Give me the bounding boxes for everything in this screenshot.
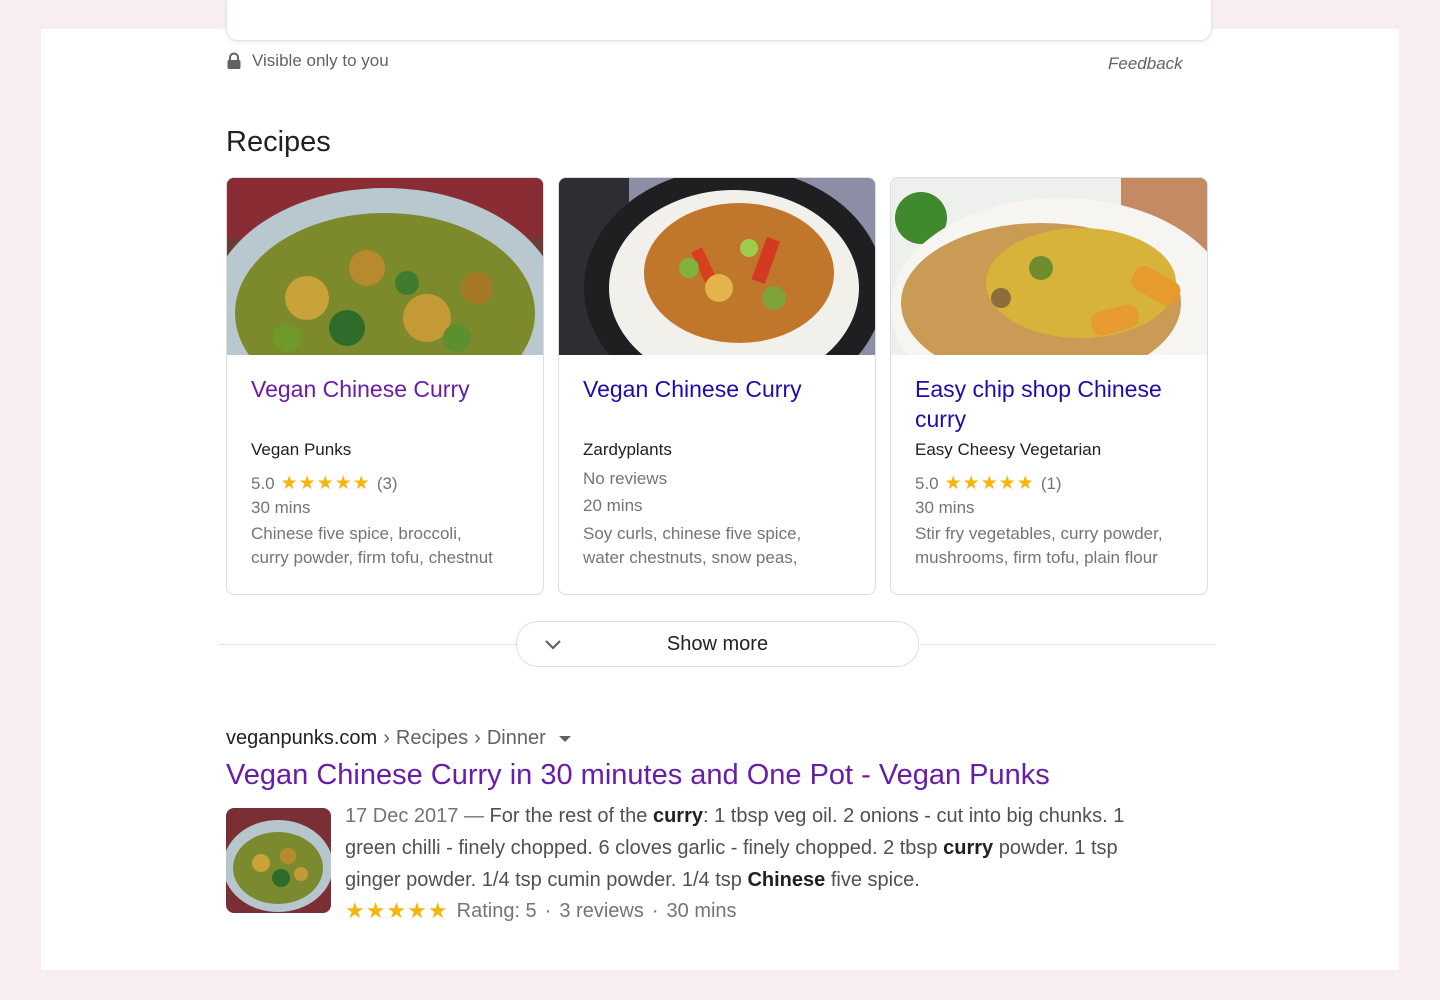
result-title-link[interactable]: Vegan Chinese Curry in 30 minutes and On… (226, 759, 1050, 792)
ingredients-line: mushrooms, firm tofu, plain flour (915, 548, 1158, 567)
no-reviews-label: No reviews (583, 469, 668, 488)
recipe-ingredients: Chinese five spice, broccoli, curry powd… (251, 522, 521, 570)
rating-value: 5.0 (251, 473, 275, 493)
recipe-image (891, 178, 1207, 355)
star-icon: ★★★★★ (944, 473, 1035, 494)
recipe-ingredients: Stir fry vegetables, curry powder, mushr… (915, 522, 1185, 570)
breadcrumb: veganpunks.com › Recipes › Dinner (226, 727, 572, 750)
recipe-title[interactable]: Vegan Chinese Curry (583, 374, 853, 404)
meta-separator: · (544, 899, 552, 922)
breadcrumb-item: Recipes (395, 727, 469, 749)
result-date: 17 Dec 2017 (345, 805, 459, 827)
breadcrumb-domain: veganpunks.com (226, 727, 378, 749)
ingredients-line: water chestnuts, snow peas, (583, 548, 798, 567)
visibility-label: Visible only to you (252, 51, 389, 70)
search-results-panel: Visible only to you Feedback Recipes Veg… (41, 0, 1399, 970)
recipe-card[interactable]: Vegan Chinese Curry Vegan Punks 5.0 ★★★★… (226, 177, 544, 595)
snippet-highlight: Chinese (747, 869, 826, 891)
breadcrumb-separator: › (474, 727, 481, 749)
show-more-label: Show more (666, 632, 769, 655)
visibility-notice: Visible only to you (226, 51, 389, 71)
caret-down-icon[interactable] (558, 734, 572, 744)
ingredients-line: curry powder, firm tofu, chestnut (251, 548, 493, 567)
result-thumbnail[interactable] (226, 808, 331, 913)
star-icon: ★★★★★ (280, 473, 371, 494)
recipe-time: 20 mins (583, 496, 643, 515)
date-dash: — (458, 805, 490, 827)
recipe-rating: 5.0 ★★★★★ (3) (251, 472, 398, 495)
breadcrumb-separator: › (383, 727, 390, 749)
rating-text: Rating: 5 (456, 899, 537, 922)
star-icon: ★★★★★ (345, 898, 449, 923)
snippet-highlight: curry (943, 837, 994, 859)
ingredients-line: Soy curls, chinese five spice, (583, 524, 802, 543)
review-count: (1) (1040, 473, 1062, 493)
recipe-image (227, 178, 543, 355)
recipe-rating: 5.0 ★★★★★ (1) (915, 472, 1062, 495)
recipe-time: 30 mins (251, 498, 311, 517)
recipe-card[interactable]: Easy chip shop Chinese curry Easy Cheesy… (890, 177, 1208, 595)
snippet-text: For the rest of the (489, 805, 653, 827)
recipe-title[interactable]: Easy chip shop Chinese curry (915, 374, 1185, 434)
result-snippet: 17 Dec 2017 — For the rest of the curry:… (345, 800, 1145, 896)
ingredients-line: Chinese five spice, broccoli, (251, 524, 462, 543)
recipes-heading: Recipes (226, 126, 331, 158)
cook-time: 30 mins (666, 899, 737, 922)
snippet-highlight: curry (652, 805, 703, 827)
recipe-source: Easy Cheesy Vegetarian (915, 440, 1102, 459)
feedback-link[interactable]: Feedback (1108, 54, 1183, 74)
recipe-source: Vegan Punks (251, 440, 352, 459)
recipe-card[interactable]: Vegan Chinese Curry Zardyplants No revie… (558, 177, 876, 595)
breadcrumb-item: Dinner (486, 727, 546, 749)
recipe-time: 30 mins (915, 498, 975, 517)
recipe-source: Zardyplants (583, 440, 672, 459)
meta-separator: · (651, 899, 659, 922)
review-count: (3) (376, 473, 398, 493)
rating-value: 5.0 (915, 473, 939, 493)
result-rating-row: ★★★★★ Rating: 5 · 3 reviews · 30 mins (345, 898, 737, 924)
ingredients-line: Stir fry vegetables, curry powder, (915, 524, 1163, 543)
recipe-ingredients: Soy curls, chinese five spice, water che… (583, 522, 853, 570)
divider (219, 644, 516, 645)
divider (917, 644, 1215, 645)
recipe-image (559, 178, 875, 355)
previous-card-edge (226, 0, 1212, 41)
recipe-title[interactable]: Vegan Chinese Curry (251, 374, 521, 404)
review-count: 3 reviews (559, 899, 644, 922)
snippet-text: five spice. (825, 869, 920, 891)
chevron-down-icon (545, 640, 561, 650)
lock-icon (227, 52, 241, 69)
show-more-button[interactable]: Show more (516, 621, 919, 667)
